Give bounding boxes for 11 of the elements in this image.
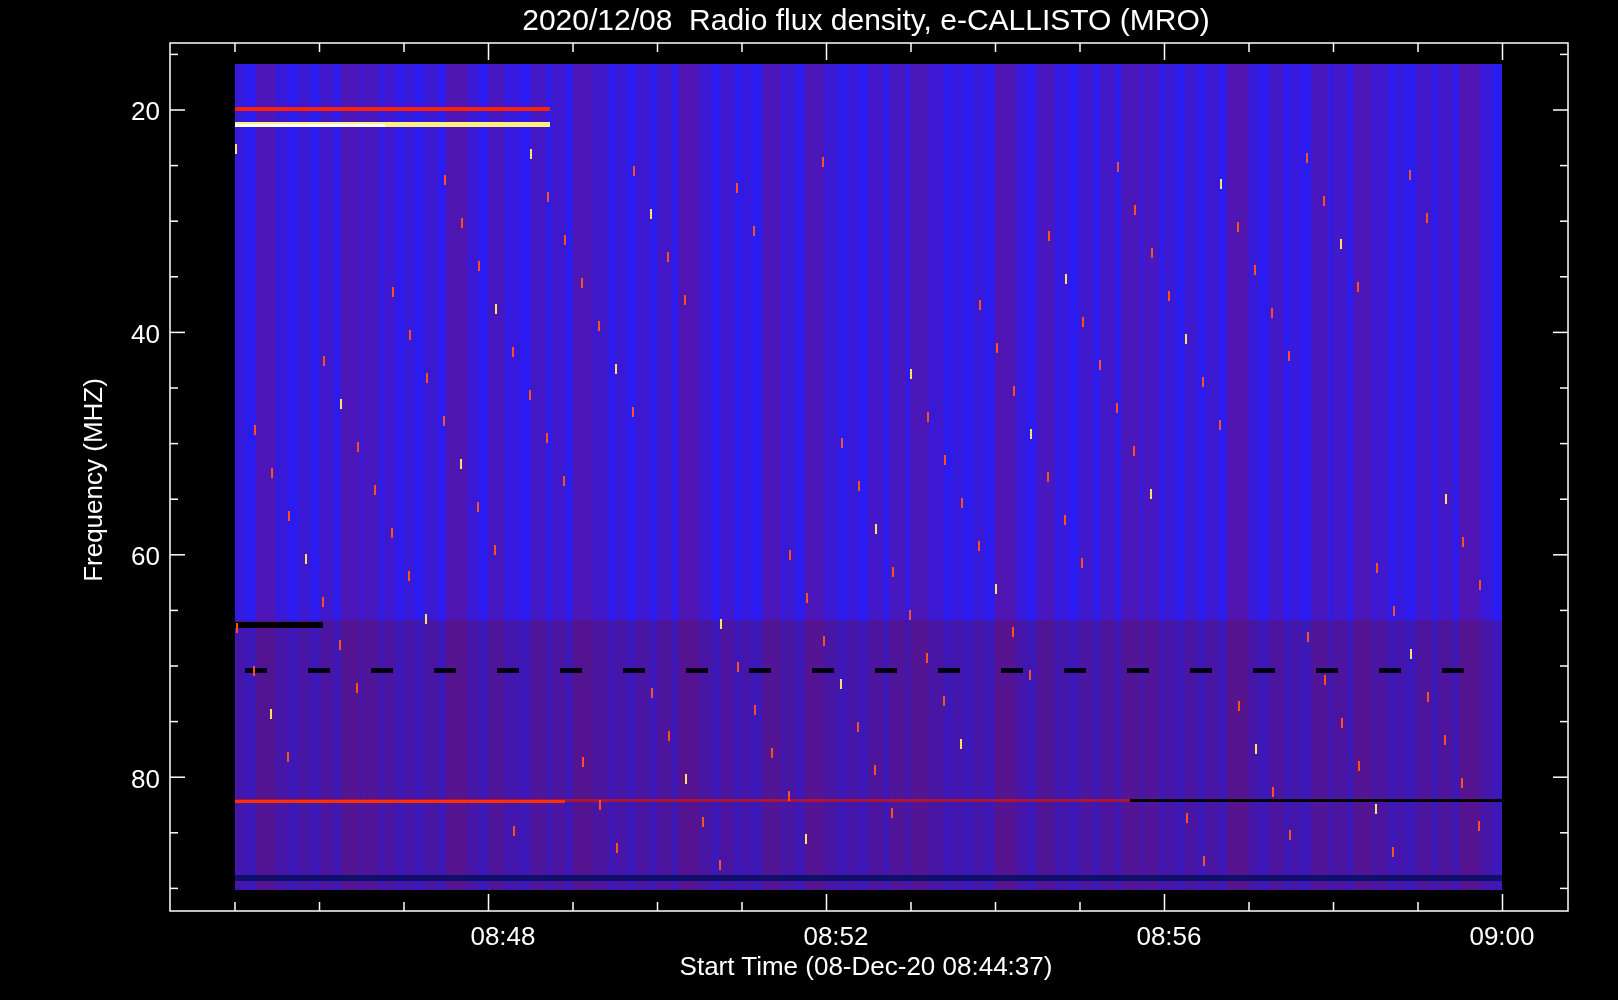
y-axis-label: Frequency (MHZ)	[78, 378, 108, 582]
x-tick-label: 09:00	[1469, 921, 1535, 951]
x-tick-label: 08:52	[803, 921, 869, 951]
x-tick-label: 08:48	[470, 921, 536, 951]
y-tick-label: 60	[131, 541, 160, 571]
y-tick-label: 20	[131, 96, 160, 126]
y-tick-label: 40	[131, 318, 160, 349]
plot-title: 2020/12/08 Radio flux density, e-CALLISTO (MRO)	[522, 3, 1210, 36]
x-tick-label: 08:56	[1136, 921, 1202, 951]
y-tick-label: 80	[131, 763, 160, 794]
x-axis-label: Start Time (08-Dec-20 08:44:37)	[679, 951, 1053, 981]
